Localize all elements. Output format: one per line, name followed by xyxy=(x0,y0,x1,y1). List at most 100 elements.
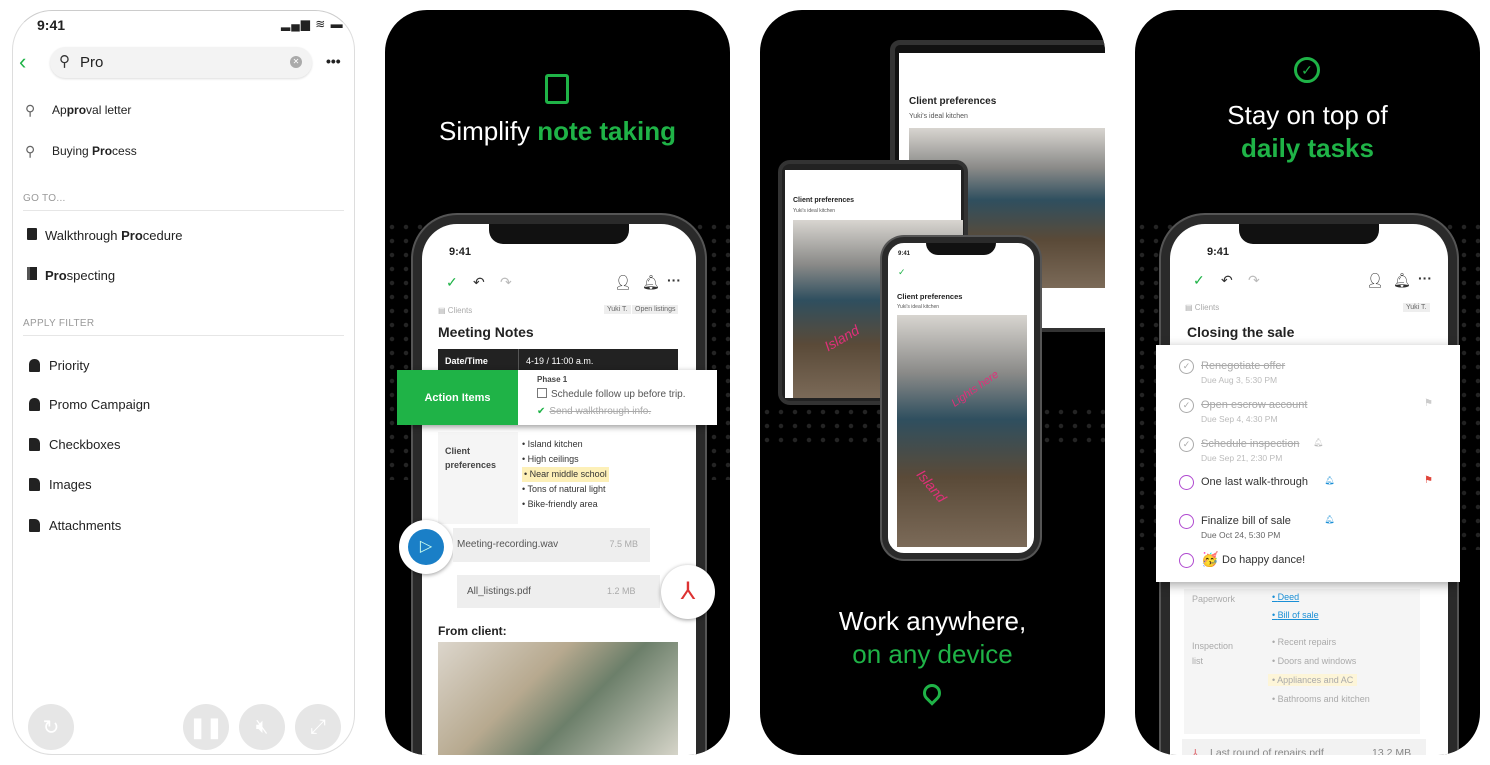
filter-label: Checkboxes xyxy=(49,437,121,452)
task-checkbox[interactable] xyxy=(1179,514,1194,529)
search-input[interactable]: ⚲ Pro ✕ xyxy=(50,47,312,78)
suggestion-item[interactable]: ⚲ Buying Process xyxy=(25,143,325,160)
preference-text: Tons of natural light xyxy=(527,484,606,494)
todo-text: Send walkthrough info. xyxy=(549,406,652,417)
reminder-icon[interactable]: 🔔︎ xyxy=(1393,272,1411,289)
note-subtitle: Yuki's ideal kitchen xyxy=(909,113,968,120)
filter-item[interactable]: Attachments xyxy=(29,518,121,533)
task-item[interactable]: ✓ Schedule inspection 🔔︎ Due Sep 21, 2:30 P… xyxy=(1156,437,1460,473)
filter-item[interactable]: Checkboxes xyxy=(29,437,121,452)
share-user-icon[interactable]: 👤︎ xyxy=(614,274,632,291)
list-item: • Recent repairs xyxy=(1272,637,1337,647)
audio-play-button[interactable]: ▷ xyxy=(399,520,453,574)
link-text: Deed xyxy=(1277,592,1300,602)
pdf-attachment[interactable]: All_listings.pdf 1.2 MB xyxy=(457,575,660,608)
link-bill-of-sale[interactable]: • Bill of sale xyxy=(1272,610,1319,620)
preference-text: High ceilings xyxy=(527,454,579,464)
redo-icon[interactable]: ↷ xyxy=(1248,272,1260,289)
promo-panel-tasks: ✓ Stay on top of daily tasks 9:41 ✓ ↶ ↷ … xyxy=(1135,10,1480,755)
task-checked-icon[interactable]: ✓ xyxy=(1179,437,1194,452)
file-size: 13.2 MB xyxy=(1372,747,1412,755)
task-checkbox[interactable] xyxy=(1179,553,1194,568)
tag-chip[interactable]: Yuki T. xyxy=(604,305,631,314)
kitchen-photo[interactable] xyxy=(897,315,1027,547)
list-text: Doors and windows xyxy=(1277,656,1357,666)
task-due-date: Due Sep 4, 4:30 PM xyxy=(1201,414,1278,424)
more-icon[interactable]: ··· xyxy=(1418,270,1432,286)
goto-item-note[interactable]: Walkthrough Procedure xyxy=(27,228,183,243)
table-cell: Inspection list xyxy=(1192,641,1234,666)
attachment-note-icon xyxy=(29,478,40,491)
pdf-icon[interactable]: ⅄ xyxy=(661,565,715,619)
reminder-icon[interactable]: 🔔︎ xyxy=(642,274,660,291)
clear-search-icon[interactable]: ✕ xyxy=(290,56,302,68)
audio-attachment[interactable]: Meeting-recording.wav 7.5 MB xyxy=(453,528,650,562)
promo-panel-note-taking: Simplify note taking 9:41 ✓ ↶ ↷ 👤︎ 🔔︎ ··… xyxy=(385,10,730,755)
tag-chip[interactable]: Yuki T. xyxy=(1403,303,1430,312)
headline-white: Work anywhere, xyxy=(838,606,1027,636)
filter-item[interactable]: Promo Campaign xyxy=(29,397,150,412)
filter-item[interactable]: Priority xyxy=(29,358,89,373)
list-item: • Bathrooms and kitchen xyxy=(1272,694,1370,704)
task-item[interactable]: 🥳 Do happy dance! xyxy=(1156,551,1460,589)
todo-item[interactable]: Schedule follow up before trip. xyxy=(537,388,686,400)
task-checked-icon[interactable]: ✓ xyxy=(1179,359,1194,374)
done-check-icon[interactable]: ✓ xyxy=(446,274,458,291)
undo-icon[interactable]: ↶ xyxy=(1221,272,1233,289)
task-checked-icon[interactable]: ✓ xyxy=(1179,398,1194,413)
flag-icon[interactable]: ⚑ xyxy=(1424,398,1433,409)
task-item[interactable]: One last walk-through 🔔︎ ⚑ xyxy=(1156,475,1460,511)
goto-item-text: specting xyxy=(66,268,116,283)
flag-icon[interactable]: ⚑ xyxy=(1424,475,1433,486)
done-check-icon[interactable]: ✓ xyxy=(898,267,906,278)
action-items-label: Action Items xyxy=(397,370,518,425)
search-value: Pro xyxy=(80,54,104,71)
todo-text: Schedule follow up before trip. xyxy=(551,389,686,400)
undo-icon[interactable]: ↶ xyxy=(473,274,485,291)
share-user-icon[interactable]: 👤︎ xyxy=(1366,272,1384,289)
filter-item[interactable]: Images xyxy=(29,477,92,492)
task-checkbox[interactable] xyxy=(1179,475,1194,490)
filter-section-label: APPLY FILTER xyxy=(23,318,95,329)
mute-button[interactable]: 🔇︎ xyxy=(239,704,285,750)
list-text: Bathrooms and kitchen xyxy=(1277,694,1370,704)
search-icon: ⚲ xyxy=(25,143,36,159)
replay-icon: ↻ xyxy=(42,716,60,739)
task-item[interactable]: ✓ Renegotiate offer Due Aug 3, 5:30 PM xyxy=(1156,359,1460,395)
goto-item-notebook[interactable]: Prospecting xyxy=(27,267,115,283)
reminder-bell-icon: 🔔︎ xyxy=(1324,476,1335,485)
link-deed[interactable]: • Deed xyxy=(1272,592,1299,602)
file-size: 1.2 MB xyxy=(607,586,636,596)
status-icons: ▂▄▆ ≋ ▬ xyxy=(281,17,344,31)
task-item[interactable]: ✓ Open escrow account Due Sep 4, 4:30 PM ⚑ xyxy=(1156,398,1460,434)
headline-green: note taking xyxy=(537,116,676,146)
room-photo[interactable] xyxy=(438,642,678,755)
notebook-breadcrumb[interactable]: ▤ Clients xyxy=(1185,303,1219,312)
pdf-attachment[interactable]: ⅄ Last round of repairs.pdf 13.2 MB xyxy=(1182,739,1426,755)
table-cell: 4-19 / 11:00 a.m. xyxy=(526,356,594,366)
more-icon[interactable]: ••• xyxy=(326,53,341,69)
back-chevron-icon[interactable]: ‹ xyxy=(19,49,26,75)
preference-item: • Near middle school xyxy=(522,467,609,482)
replay-button[interactable]: ↻ xyxy=(28,704,74,750)
checkbox-checked[interactable]: ✔ xyxy=(537,406,545,417)
goto-item-text: Walkthrough xyxy=(45,228,122,243)
task-title: One last walk-through xyxy=(1201,476,1308,488)
notebook-breadcrumb[interactable]: ▤ Clients xyxy=(438,306,472,315)
tag-chip[interactable]: Open listings xyxy=(632,305,679,314)
done-check-icon[interactable]: ✓ xyxy=(1193,272,1205,289)
suggestion-item[interactable]: ⚲ Approval letter xyxy=(25,102,325,119)
checkbox[interactable] xyxy=(537,388,547,398)
todo-item[interactable]: ✔ Send walkthrough info. xyxy=(537,406,651,417)
fullscreen-button[interactable]: ⤢ xyxy=(295,704,341,750)
task-title: Finalize bill of sale xyxy=(1201,515,1291,527)
pause-button[interactable]: ❚❚ xyxy=(183,704,229,750)
task-title: Do happy dance! xyxy=(1222,554,1306,566)
redo-icon[interactable]: ↷ xyxy=(500,274,512,291)
note-icon xyxy=(545,74,569,104)
party-emoji-icon: 🥳 xyxy=(1201,551,1219,567)
task-item[interactable]: Finalize bill of sale 🔔︎ Due Oct 24, 5:30 … xyxy=(1156,514,1460,550)
suggestion-text: val letter xyxy=(86,103,132,117)
more-icon[interactable]: ··· xyxy=(667,272,681,288)
preferences-row: Client preferences • Island kitchen • Hig… xyxy=(438,432,678,524)
